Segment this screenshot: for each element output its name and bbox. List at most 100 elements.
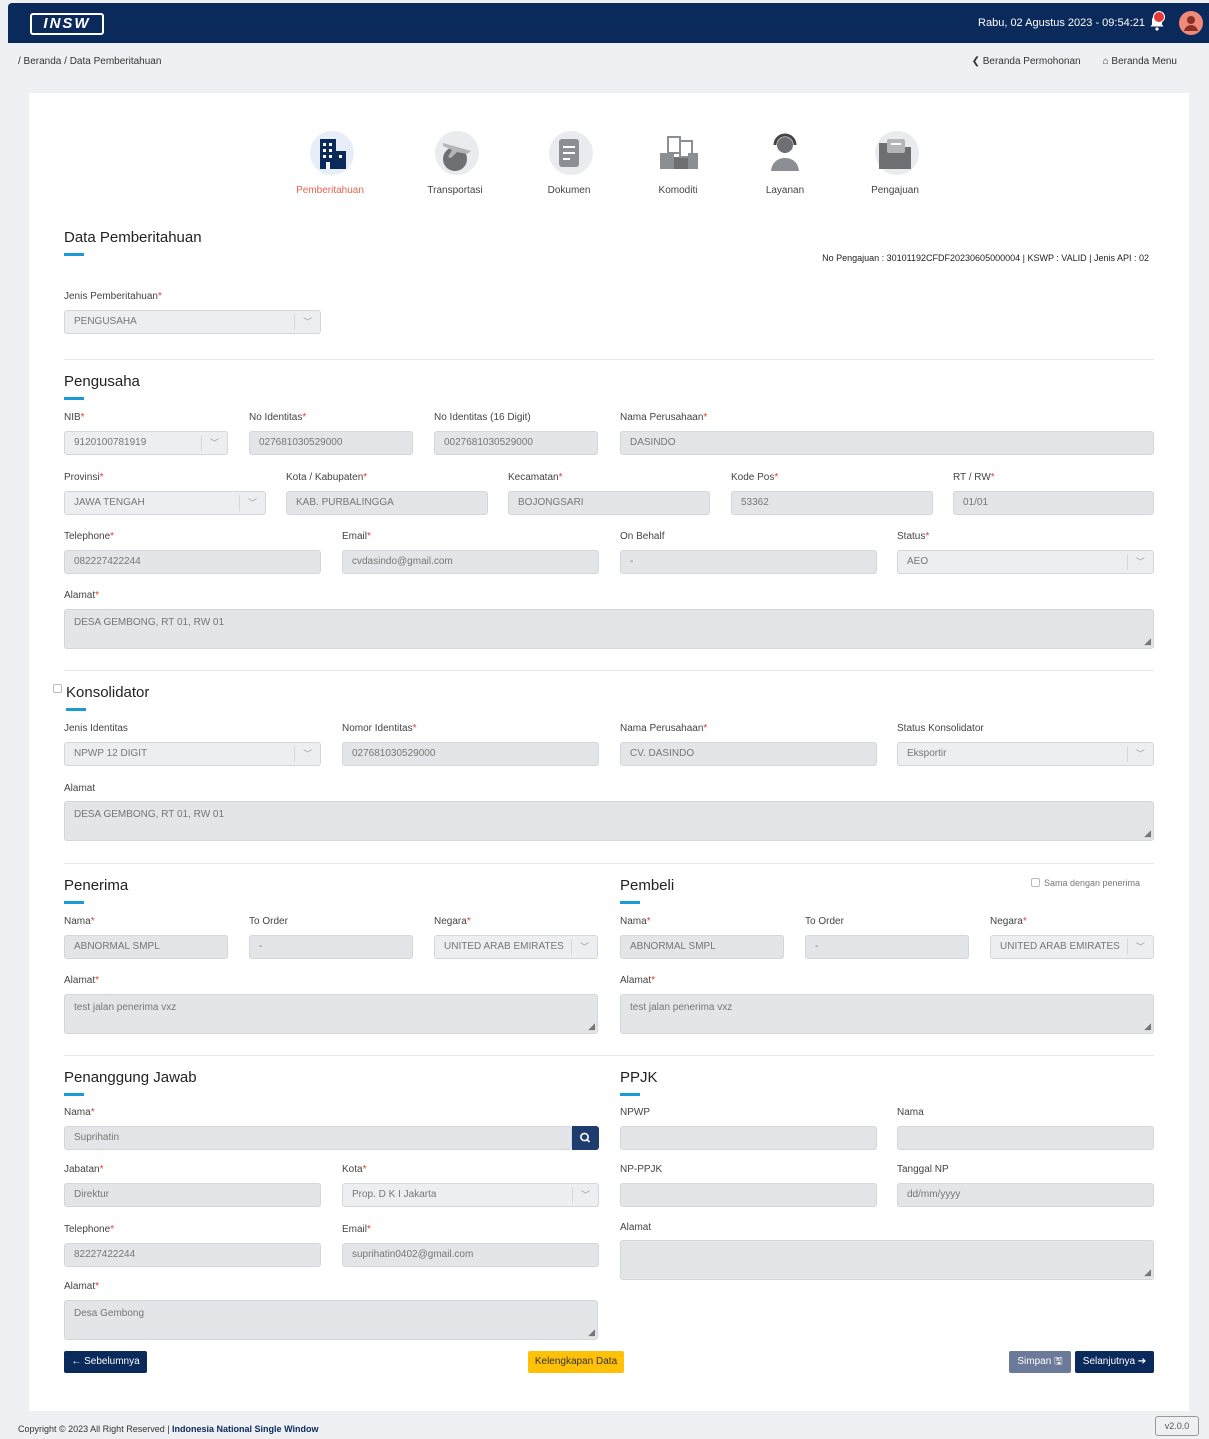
current-datetime: Rabu, 02 Agustus 2023 - 09:54:21	[978, 17, 1145, 29]
penerima-toorder-label: To Order	[249, 916, 288, 927]
resize-grip-icon[interactable]: ◢	[1144, 828, 1151, 839]
sebelumnya-button[interactable]: ← Sebelumnya	[64, 1351, 147, 1373]
no-identitas16-field[interactable]: 0027681030529000	[434, 431, 598, 455]
pj-alamat-textarea[interactable]: Desa Gembong ◢	[64, 1300, 598, 1340]
pembeli-alamat-textarea[interactable]: test jalan penerima vxz ◢	[620, 994, 1154, 1034]
resize-grip-icon[interactable]: ◢	[588, 1021, 595, 1032]
pj-jabatan-field[interactable]: Direktur	[64, 1183, 321, 1207]
step-label: Pemberitahuan	[296, 185, 364, 196]
telephone-label: Telephone	[64, 531, 111, 542]
kota-field[interactable]: KAB. PURBALINGGA	[286, 491, 488, 515]
nama-perusahaan-field[interactable]: DASINDO	[620, 431, 1154, 455]
kode-pos-field[interactable]: 53362	[731, 491, 933, 515]
pembeli-nama-field[interactable]: ABNORMAL SMPL	[620, 935, 784, 959]
user-avatar[interactable]	[1179, 11, 1203, 35]
konsolidator-alamat-textarea[interactable]: DESA GEMBONG, RT 01, RW 01 ◢	[64, 801, 1154, 841]
chevron-down-icon: ﹀	[571, 939, 597, 955]
chevron-down-icon: ﹀	[294, 314, 320, 330]
footer: Copyright © 2023 All Right Reserved | In…	[0, 1416, 1209, 1439]
step-dokumen[interactable]: Dokumen	[524, 129, 614, 196]
kecamatan-field[interactable]: BOJONGSARI	[508, 491, 710, 515]
resize-grip-icon[interactable]: ◢	[1144, 1267, 1151, 1278]
step-pengajuan[interactable]: Pengajuan	[850, 129, 940, 196]
kelengkapan-data-button[interactable]: Kelengkapan Data	[528, 1351, 624, 1373]
on-behalf-label: On Behalf	[620, 531, 665, 542]
konsolidator-alamat-label: Alamat	[64, 783, 96, 794]
jenis-identitas-label: Jenis Identitas	[64, 723, 128, 734]
nib-label: NIB	[64, 412, 81, 423]
ppjk-npwp-label: NPWP	[620, 1107, 650, 1118]
no-identitas16-label: No Identitas (16 Digit)	[434, 412, 531, 423]
penerima-nama-label: Nama	[64, 916, 91, 927]
penerima-toorder-field[interactable]: -	[249, 935, 413, 959]
pembeli-negara-select[interactable]: UNITED ARAB EMIRATES ﹀	[990, 935, 1154, 959]
pj-telephone-field[interactable]: 82227422244	[64, 1243, 321, 1267]
simpan-button[interactable]: Simpan 🖫	[1009, 1351, 1071, 1373]
search-button[interactable]	[572, 1126, 599, 1150]
nib-select[interactable]: 9120100781919 ﹀	[64, 431, 228, 455]
beranda-menu-link[interactable]: ⌂ Beranda Menu	[1103, 56, 1177, 67]
submission-info: No Pengajuan : 30101192CFDF2023060500000…	[822, 253, 1149, 263]
bell-icon[interactable]	[1149, 11, 1165, 31]
penerima-negara-label: Negara	[434, 916, 467, 927]
support-agent-icon	[761, 129, 809, 177]
step-label: Transportasi	[427, 185, 483, 196]
kota-label: Kota / Kabupaten	[286, 472, 364, 483]
pj-email-field[interactable]: suprihatin0402@gmail.com	[342, 1243, 599, 1267]
resize-grip-icon[interactable]: ◢	[1144, 1021, 1151, 1032]
beranda-permohonan-link[interactable]: ❮ Beranda Permohonan	[972, 56, 1081, 67]
step-komoditi[interactable]: Komoditi	[633, 129, 723, 196]
penerima-negara-select[interactable]: UNITED ARAB EMIRATES ﹀	[434, 935, 598, 959]
alamat-textarea[interactable]: DESA GEMBONG, RT 01, RW 01 ◢	[64, 609, 1154, 649]
selanjutnya-button[interactable]: Selanjutnya ➔	[1075, 1351, 1154, 1373]
penerima-alamat-textarea[interactable]: test jalan penerima vxz ◢	[64, 994, 598, 1034]
jenis-label: Jenis Pemberitahuan	[64, 291, 158, 302]
telephone-field[interactable]: 082227422244	[64, 550, 321, 574]
pembeli-alamat-label: Alamat	[620, 975, 652, 986]
status-konsolidator-select[interactable]: Eksportir ﹀	[897, 742, 1154, 766]
ppjk-alamat-textarea[interactable]: ◢	[620, 1240, 1154, 1280]
same-as-penerima-checkbox[interactable]	[1031, 878, 1040, 887]
copyright-text: Copyright © 2023 All Right Reserved |	[18, 1424, 173, 1434]
pembeli-toorder-label: To Order	[805, 916, 844, 927]
nama-perusahaan-label: Nama Perusahaan	[620, 412, 704, 423]
np-ppjk-field[interactable]	[620, 1183, 877, 1207]
provinsi-select[interactable]: JAWA TENGAH ﹀	[64, 491, 266, 515]
insw-logo[interactable]: INSW	[30, 13, 104, 35]
email-field[interactable]: cvdasindo@gmail.com	[342, 550, 599, 574]
status-select[interactable]: AEO ﹀	[897, 550, 1154, 574]
kode-pos-label: Kode Pos	[731, 472, 775, 483]
section-penerima: Penerima	[64, 877, 129, 904]
no-identitas-field[interactable]: 027681030529000	[249, 431, 413, 455]
on-behalf-field[interactable]: -	[620, 550, 877, 574]
breadcrumb[interactable]: / Beranda / Data Pemberitahuan	[18, 56, 161, 67]
insw-link[interactable]: Indonesia National Single Window	[172, 1424, 318, 1434]
ppjk-nama-label: Nama	[897, 1107, 924, 1118]
resize-grip-icon[interactable]: ◢	[1144, 636, 1151, 647]
form-card: Pemberitahuan Transportasi Dokumen Komod…	[29, 93, 1189, 1411]
jenis-identitas-select[interactable]: NPWP 12 DIGIT ﹀	[64, 742, 321, 766]
same-as-penerima[interactable]: Sama dengan penerima	[1031, 878, 1140, 888]
step-layanan[interactable]: Layanan	[740, 129, 830, 196]
pj-kota-select[interactable]: Prop. D K I Jakarta ﹀	[342, 1183, 599, 1207]
penerima-nama-field[interactable]: ABNORMAL SMPL	[64, 935, 228, 959]
step-pemberitahuan[interactable]: Pemberitahuan	[285, 129, 375, 196]
tanggal-np-field[interactable]: dd/mm/yyyy	[897, 1183, 1154, 1207]
step-transportasi[interactable]: Transportasi	[410, 129, 500, 196]
ppjk-nama-field[interactable]	[897, 1126, 1154, 1150]
kecamatan-label: Kecamatan	[508, 472, 559, 483]
nomor-identitas-field[interactable]: 027681030529000	[342, 742, 599, 766]
pj-nama-field[interactable]: Suprihatin	[64, 1126, 572, 1150]
konsolidator-nama-field[interactable]: CV. DASINDO	[620, 742, 877, 766]
ppjk-npwp-field[interactable]	[620, 1126, 877, 1150]
jenis-pemberitahuan-select[interactable]: PENGUSAHA ﹀	[64, 310, 321, 334]
pembeli-toorder-field[interactable]: -	[805, 935, 969, 959]
pj-nama-label: Nama	[64, 1107, 91, 1118]
version-badge: v2.0.0	[1155, 1416, 1199, 1436]
konsolidator-nama-label: Nama Perusahaan	[620, 723, 704, 734]
page-title: Data Pemberitahuan	[64, 229, 202, 256]
resize-grip-icon[interactable]: ◢	[588, 1327, 595, 1338]
konsolidator-checkbox[interactable]	[53, 684, 62, 693]
pembeli-negara-label: Negara	[990, 916, 1023, 927]
rt-rw-field[interactable]: 01/01	[953, 491, 1154, 515]
